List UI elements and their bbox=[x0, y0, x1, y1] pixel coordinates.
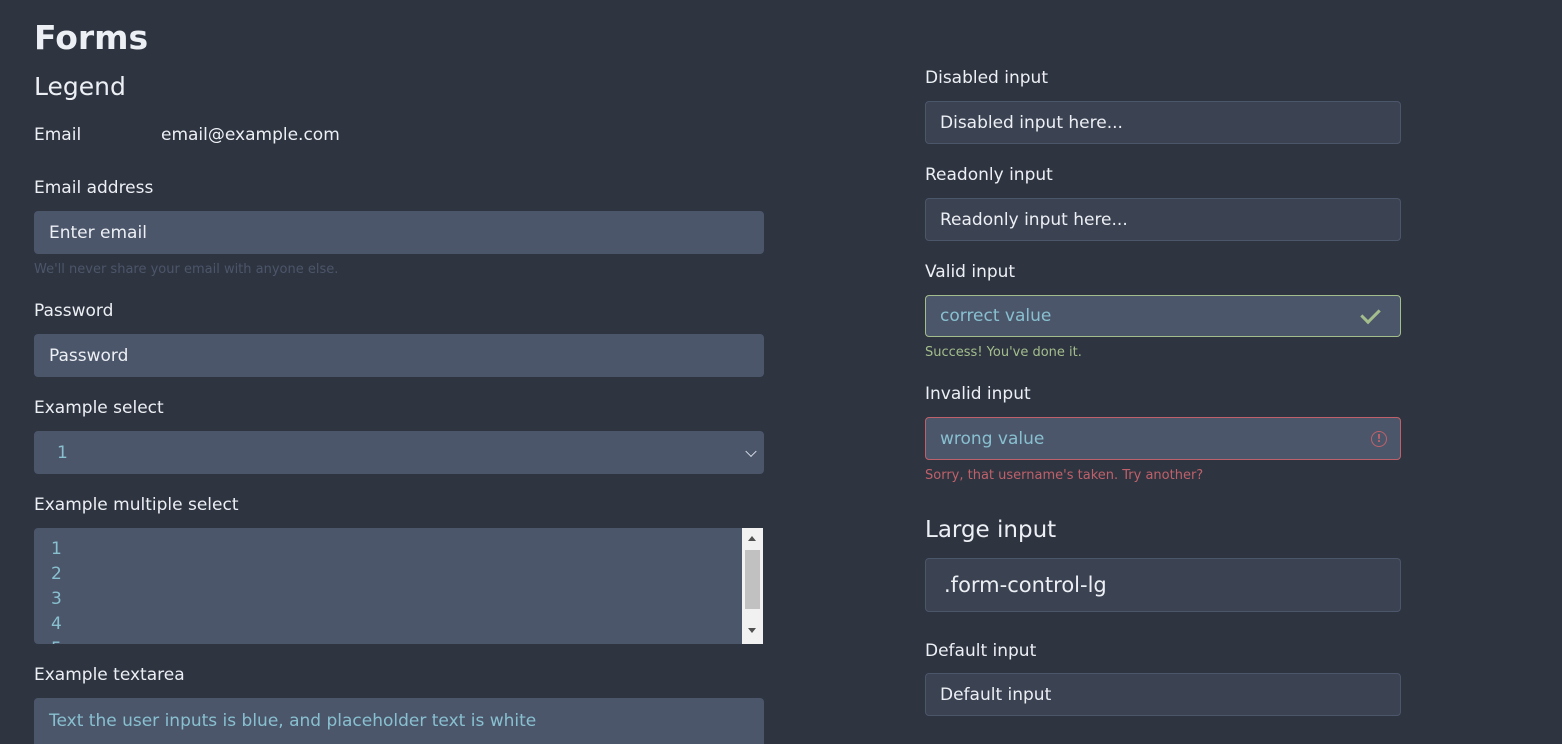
legend-heading: Legend bbox=[34, 72, 126, 101]
email-help-text: We'll never share your email with anyone… bbox=[34, 262, 339, 277]
email-address-label: Email address bbox=[34, 178, 154, 198]
scroll-thumb[interactable] bbox=[745, 550, 760, 609]
disabled-input bbox=[925, 101, 1401, 144]
disabled-input-label: Disabled input bbox=[925, 68, 1048, 88]
textarea-label: Example textarea bbox=[34, 665, 185, 685]
valid-input-label: Valid input bbox=[925, 262, 1016, 282]
default-input-label: Default input bbox=[925, 641, 1037, 661]
large-input-heading: Large input bbox=[925, 517, 1057, 543]
invalid-input[interactable]: wrong value ! bbox=[925, 417, 1401, 460]
invalid-input-value: wrong value bbox=[940, 428, 1045, 449]
check-icon bbox=[1360, 303, 1381, 325]
example-select-value: 1 bbox=[57, 442, 68, 463]
multi-select[interactable]: 1 2 3 4 5 bbox=[34, 528, 742, 644]
static-email-value: email@example.com bbox=[161, 125, 340, 145]
multi-select-option[interactable]: 1 bbox=[51, 541, 62, 558]
scroll-down-arrow-icon[interactable] bbox=[748, 628, 756, 633]
multi-select-option[interactable]: 4 bbox=[51, 616, 62, 633]
example-textarea[interactable]: Text the user inputs is blue, and placeh… bbox=[34, 698, 764, 744]
static-email-label: Email bbox=[34, 125, 82, 145]
large-input[interactable] bbox=[925, 558, 1401, 612]
valid-input-value: correct value bbox=[940, 306, 1052, 326]
default-input[interactable] bbox=[925, 673, 1401, 716]
email-input[interactable] bbox=[34, 211, 764, 254]
multi-select-label: Example multiple select bbox=[34, 495, 239, 515]
password-input[interactable] bbox=[34, 334, 764, 377]
exclamation-circle-icon: ! bbox=[1371, 431, 1387, 447]
password-label: Password bbox=[34, 301, 114, 321]
multi-select-scrollbar[interactable] bbox=[742, 528, 763, 644]
multi-select-option[interactable]: 2 bbox=[51, 566, 62, 583]
scroll-up-arrow-icon[interactable] bbox=[748, 536, 756, 541]
invalid-input-label: Invalid input bbox=[925, 384, 1031, 404]
example-select[interactable]: 1 bbox=[34, 431, 764, 474]
multi-select-option[interactable]: 3 bbox=[51, 591, 62, 608]
textarea-value: Text the user inputs is blue, and placeh… bbox=[49, 711, 537, 731]
page-title: Forms bbox=[34, 18, 149, 57]
invalid-feedback: Sorry, that username's taken. Try anothe… bbox=[925, 468, 1204, 483]
example-select-label: Example select bbox=[34, 398, 164, 418]
readonly-input[interactable] bbox=[925, 198, 1401, 241]
multi-select-option[interactable]: 5 bbox=[51, 641, 62, 645]
valid-feedback: Success! You've done it. bbox=[925, 345, 1082, 360]
chevron-down-icon bbox=[745, 445, 757, 457]
forms-page: Forms Legend Email email@example.com Ema… bbox=[0, 0, 1562, 744]
valid-input[interactable]: correct value bbox=[925, 295, 1401, 337]
readonly-input-label: Readonly input bbox=[925, 165, 1053, 185]
